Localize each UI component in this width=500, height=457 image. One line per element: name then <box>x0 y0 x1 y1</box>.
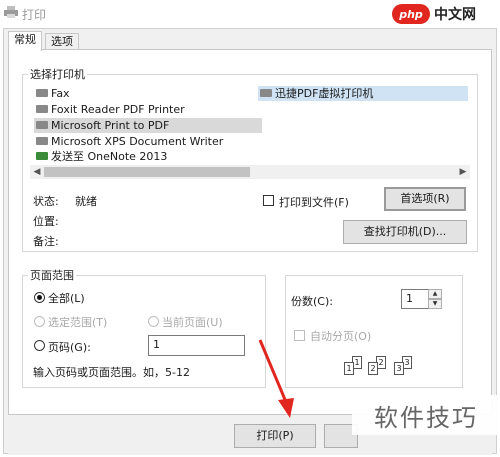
page-range-label: 页面范围 <box>28 267 76 283</box>
printer-name: Microsoft XPS Document Writer <box>51 135 224 148</box>
printer-name: Microsoft Print to PDF <box>51 119 170 132</box>
preferences-button[interactable]: 首选项(R) <box>384 187 466 211</box>
annotation-arrow <box>258 339 294 418</box>
all-pages-radio[interactable] <box>34 292 45 303</box>
copies-label: 份数(C): <box>291 295 333 308</box>
tab-general[interactable]: 常规 <box>8 31 42 51</box>
printer-item[interactable]: 发送至 OneNote 2013 <box>34 149 256 164</box>
printer-name: 发送至 OneNote 2013 <box>51 150 168 163</box>
collate-page: 2 <box>368 362 378 375</box>
printer-item[interactable]: Microsoft XPS Document Writer <box>34 134 256 149</box>
all-pages-label[interactable]: 全部(L) <box>48 290 85 306</box>
printer-icon <box>36 137 48 145</box>
pages-label[interactable]: 页码(G): <box>48 339 91 355</box>
selection-label[interactable]: 选定范围(T) <box>48 314 107 330</box>
status-label: 状态: <box>33 195 59 208</box>
scroll-left-icon[interactable]: ◀ <box>30 165 44 179</box>
watermark-overlay-text: 软件技巧 <box>374 403 478 432</box>
collate-page: 1 <box>344 362 354 375</box>
pages-input[interactable]: 1 <box>148 335 245 356</box>
printer-icon <box>4 6 18 18</box>
print-to-file-label[interactable]: 打印到文件(F) <box>279 194 349 210</box>
selection-radio[interactable] <box>34 316 45 327</box>
status-value: 就绪 <box>75 195 97 208</box>
php-logo: php <box>392 4 430 24</box>
onenote-printer-icon <box>36 152 48 160</box>
increment-icon[interactable]: ▲ <box>428 289 442 299</box>
current-page-label[interactable]: 当前页面(U) <box>162 314 223 330</box>
printer-item-selected[interactable]: Microsoft Print to PDF <box>34 118 262 133</box>
collate-label[interactable]: 自动分页(O) <box>310 328 371 344</box>
scrollbar-thumb[interactable] <box>44 167 250 177</box>
copies-input[interactable]: 1 <box>401 289 429 309</box>
scroll-right-icon[interactable]: ▶ <box>456 165 470 179</box>
printer-item[interactable]: Fax <box>34 86 256 101</box>
tab-options[interactable]: 选项 <box>45 33 79 50</box>
location-label: 位置: <box>33 215 59 228</box>
print-button[interactable]: 打印(P) <box>234 424 316 448</box>
current-page-radio[interactable] <box>148 316 159 327</box>
printer-icon <box>36 89 48 97</box>
select-printer-label: 选择打印机 <box>28 66 87 82</box>
copies-stepper[interactable]: ▲ ▼ <box>428 289 442 309</box>
find-printer-button[interactable]: 查找打印机(D)... <box>343 220 467 244</box>
collate-illustration: 1 1 2 2 3 3 <box>344 356 434 382</box>
printer-icon <box>260 89 272 97</box>
window-title: 打印 <box>22 8 47 22</box>
print-to-file-checkbox[interactable] <box>263 195 274 206</box>
printer-list[interactable]: Fax Foxit Reader PDF Printer Microsoft P… <box>30 86 470 165</box>
printer-name: Fax <box>51 87 70 100</box>
page-range-hint: 输入页码或页面范围。如，5-12 <box>33 366 190 379</box>
watermark-overlay: 软件技巧 <box>352 395 500 435</box>
printer-icon <box>36 105 48 113</box>
collate-page: 3 <box>394 362 404 375</box>
printer-name: 迅捷PDF虚拟打印机 <box>275 87 374 100</box>
printer-item-highlighted[interactable]: 迅捷PDF虚拟打印机 <box>258 86 468 101</box>
watermark-text: 中文网 <box>434 7 476 23</box>
decrement-icon[interactable]: ▼ <box>428 299 442 309</box>
comment-label: 备注: <box>33 235 59 248</box>
printer-item[interactable]: Foxit Reader PDF Printer <box>34 102 256 117</box>
pages-radio[interactable] <box>34 340 45 351</box>
printer-name: Foxit Reader PDF Printer <box>51 103 185 116</box>
site-watermark: php 中文网 <box>392 2 476 26</box>
printer-icon <box>36 121 48 129</box>
